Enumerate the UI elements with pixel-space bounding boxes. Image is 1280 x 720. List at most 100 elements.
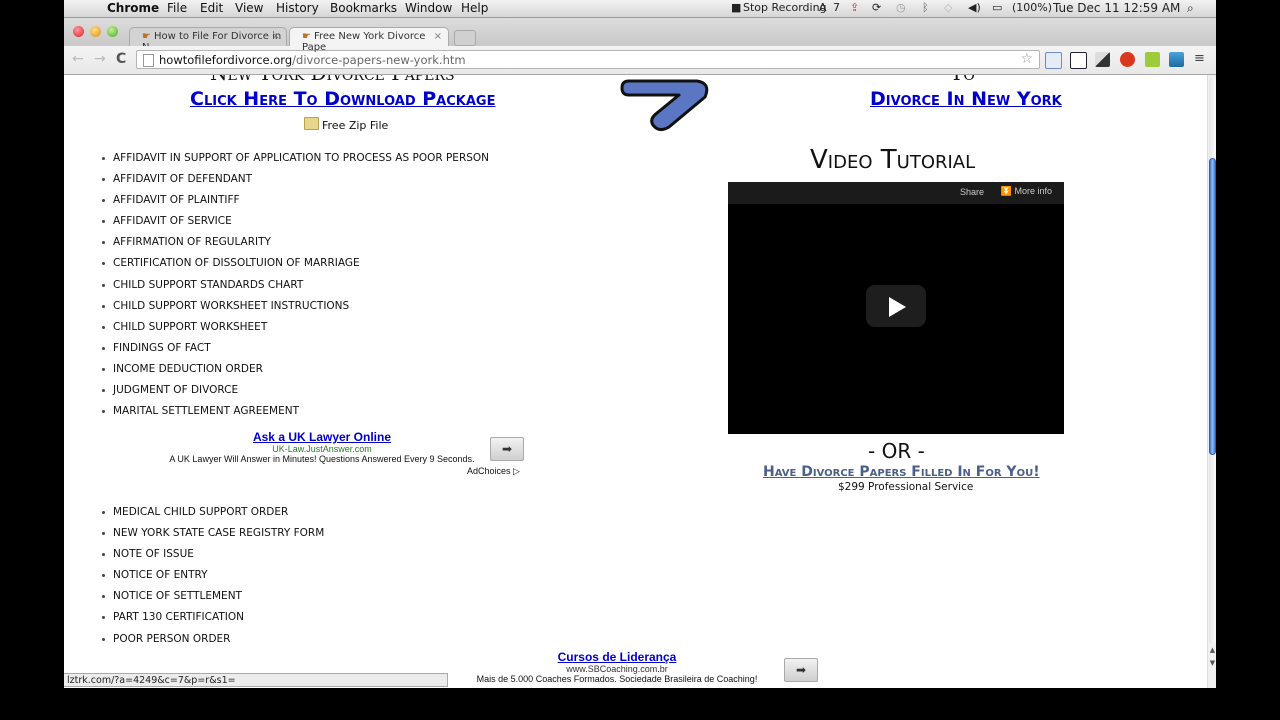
ad-url[interactable]: UK-Law.JustAnswer.com (167, 444, 477, 454)
form-list-item[interactable]: NOTICE OF ENTRY (100, 568, 324, 589)
form-list-item[interactable]: AFFIDAVIT OF SERVICE (100, 214, 489, 235)
adchoices-link[interactable]: AdChoices ▷ (467, 466, 520, 477)
scroll-down-arrow-icon[interactable]: ▼ (1208, 659, 1216, 671)
clock[interactable]: Tue Dec 11 12:59 AM (1053, 1, 1180, 15)
folder-icon (304, 117, 319, 130)
adobe-icon[interactable]: A (819, 1, 827, 14)
wifi-icon[interactable]: ◇ (944, 1, 952, 14)
close-window-button[interactable] (73, 26, 84, 37)
menu-history[interactable]: History (276, 1, 319, 15)
papers-filled-link[interactable]: Have Divorce Papers Filled In For You! (763, 464, 1040, 480)
form-list-item[interactable]: AFFIDAVIT IN SUPPORT OF APPLICATION TO P… (100, 151, 489, 172)
form-list-item[interactable]: PART 130 CERTIFICATION (100, 610, 324, 631)
form-list-item[interactable]: INCOME DEDUCTION ORDER (100, 362, 489, 383)
form-list-item[interactable]: AFFIDAVIT OF PLAINTIFF (100, 193, 489, 214)
form-list-item[interactable]: CHILD SUPPORT WORKSHEET INSTRUCTIONS (100, 299, 489, 320)
extension-layout-icon[interactable] (1070, 52, 1087, 69)
ad-url[interactable]: www.SBCoaching.com.br (448, 664, 786, 674)
screen: Chrome File Edit View History Bookmarks … (64, 0, 1216, 688)
close-tab-icon[interactable]: × (434, 31, 442, 42)
zoom-window-button[interactable] (107, 26, 118, 37)
battery-icon[interactable]: ▭ (992, 1, 1002, 14)
double-chevron-down-icon: ⏬ (1000, 186, 1012, 196)
menu-view[interactable]: View (235, 1, 263, 15)
extension-camera-icon[interactable] (1045, 52, 1062, 69)
menu-edit[interactable]: Edit (200, 1, 223, 15)
form-list-item[interactable]: NOTE OF ISSUE (100, 547, 324, 568)
menu-window[interactable]: Window (405, 1, 452, 15)
tab-how-to-file[interactable]: ☛How to File For Divorce in N × (129, 27, 287, 53)
form-list-item[interactable]: FINDINGS OF FACT (100, 341, 489, 362)
divorce-in-new-york-link[interactable]: Divorce In New York (870, 88, 1062, 110)
video-share-button[interactable]: Share (960, 187, 984, 197)
scrollbar-thumb[interactable] (1209, 158, 1216, 455)
form-list-item[interactable]: POOR PERSON ORDER (100, 632, 324, 653)
form-list-item[interactable]: NOTICE OF SETTLEMENT (100, 589, 324, 610)
extension-delicious-icon[interactable] (1095, 52, 1110, 67)
price-text: $299 Professional Service (838, 481, 974, 493)
favicon-icon: ☛ (302, 31, 311, 42)
form-list-item[interactable]: MARITAL SETTLEMENT AGREEMENT (100, 404, 489, 425)
play-button[interactable] (866, 285, 926, 327)
video-top-bar: Share ⏬ More info (728, 182, 1064, 204)
back-icon[interactable]: ← (72, 51, 84, 67)
scroll-up-arrow-icon[interactable]: ▲ (1208, 646, 1216, 658)
adchoices-label: AdChoices (467, 466, 511, 476)
stop-recording-icon[interactable]: ■ (731, 1, 741, 14)
bookmark-star-icon[interactable]: ☆ (1020, 51, 1033, 67)
form-list-item[interactable]: CHILD SUPPORT STANDARDS CHART (100, 278, 489, 299)
ad-title-link[interactable]: Ask a UK Lawyer Online (167, 430, 477, 444)
form-list-item[interactable]: CERTIFICATION OF DISSOLTUION OF MARRIAGE (100, 256, 489, 277)
arrow-graphic-icon (620, 79, 709, 132)
menu-file[interactable]: File (167, 1, 187, 15)
zip-file-label: Free Zip File (322, 119, 389, 132)
stop-recording-label[interactable]: Stop Recording (743, 1, 827, 14)
download-package-link[interactable]: Click Here To Download Package (190, 88, 495, 110)
form-list-item[interactable]: NEW YORK STATE CASE REGISTRY FORM (100, 526, 324, 547)
sync-icon[interactable]: ⟳ (872, 1, 881, 14)
minimize-window-button[interactable] (90, 26, 101, 37)
more-info-label: More info (1014, 186, 1052, 196)
close-tab-icon[interactable]: × (272, 31, 280, 42)
menu-icon[interactable]: ≡ (1194, 51, 1205, 66)
tab-free-ny-divorce-papers[interactable]: ☛ Free New York Divorce Pape × (289, 27, 449, 53)
new-tab-button[interactable] (454, 30, 476, 46)
zip-file-link[interactable]: Free Zip File (304, 117, 388, 132)
video-player[interactable]: Share ⏬ More info (728, 182, 1064, 434)
bluetooth-icon[interactable]: ᛒ (922, 1, 929, 14)
upload-icon[interactable]: ⇪ (850, 1, 859, 14)
volume-icon[interactable]: ◀) (968, 1, 981, 14)
form-list-item[interactable]: MEDICAL CHILD SUPPORT ORDER (100, 505, 324, 526)
form-list-item[interactable]: JUDGMENT OF DIVORCE (100, 383, 489, 404)
extension-it-icon[interactable] (1145, 52, 1160, 67)
ad-description: A UK Lawyer Will Answer in Minutes! Ques… (169, 454, 475, 464)
heading-to: To (950, 75, 975, 85)
menu-help[interactable]: Help (461, 1, 488, 15)
reload-icon[interactable]: C (116, 51, 126, 67)
form-list-item[interactable]: CHILD SUPPORT WORKSHEET (100, 320, 489, 341)
form-list-item[interactable]: AFFIRMATION OF REGULARITY (100, 235, 489, 256)
url-host: howtofilefordivorce.org (159, 53, 293, 67)
extension-stumbleupon-icon[interactable] (1120, 52, 1135, 67)
menu-bookmarks[interactable]: Bookmarks (330, 1, 397, 15)
video-more-info-button[interactable]: ⏬ More info (1001, 186, 1052, 197)
spotlight-icon[interactable]: ⌕ (1187, 1, 1194, 16)
ad-go-button[interactable]: ➡ (784, 658, 818, 682)
adchoices-icon: ▷ (513, 466, 520, 476)
ad-title-link[interactable]: Cursos de Liderança (448, 650, 786, 664)
page-heading: New York Divorce Papers (210, 75, 455, 85)
url-path: /divorce-papers-new-york.htm (292, 53, 466, 67)
video-tutorial-heading: Video Tutorial (810, 145, 976, 175)
vertical-scrollbar[interactable]: ▲ ▼ (1207, 75, 1216, 688)
page-icon (143, 54, 154, 67)
menu-app-name[interactable]: Chrome (107, 1, 159, 15)
time-machine-icon[interactable]: ◷ (896, 1, 906, 14)
ad-go-button[interactable]: ➡ (490, 437, 524, 461)
form-list-item[interactable]: AFFIDAVIT OF DEFENDANT (100, 172, 489, 193)
address-bar[interactable]: howtofilefordivorce.org/divorce-papers-n… (136, 50, 1040, 69)
ad-cursos-lideranca: Cursos de Liderança www.SBCoaching.com.b… (448, 650, 786, 684)
extension-chart-icon[interactable] (1169, 52, 1184, 67)
forward-icon[interactable]: → (94, 51, 106, 67)
favicon-icon: ☛ (142, 31, 151, 42)
forms-list-2: MEDICAL CHILD SUPPORT ORDER NEW YORK STAT… (100, 505, 324, 653)
